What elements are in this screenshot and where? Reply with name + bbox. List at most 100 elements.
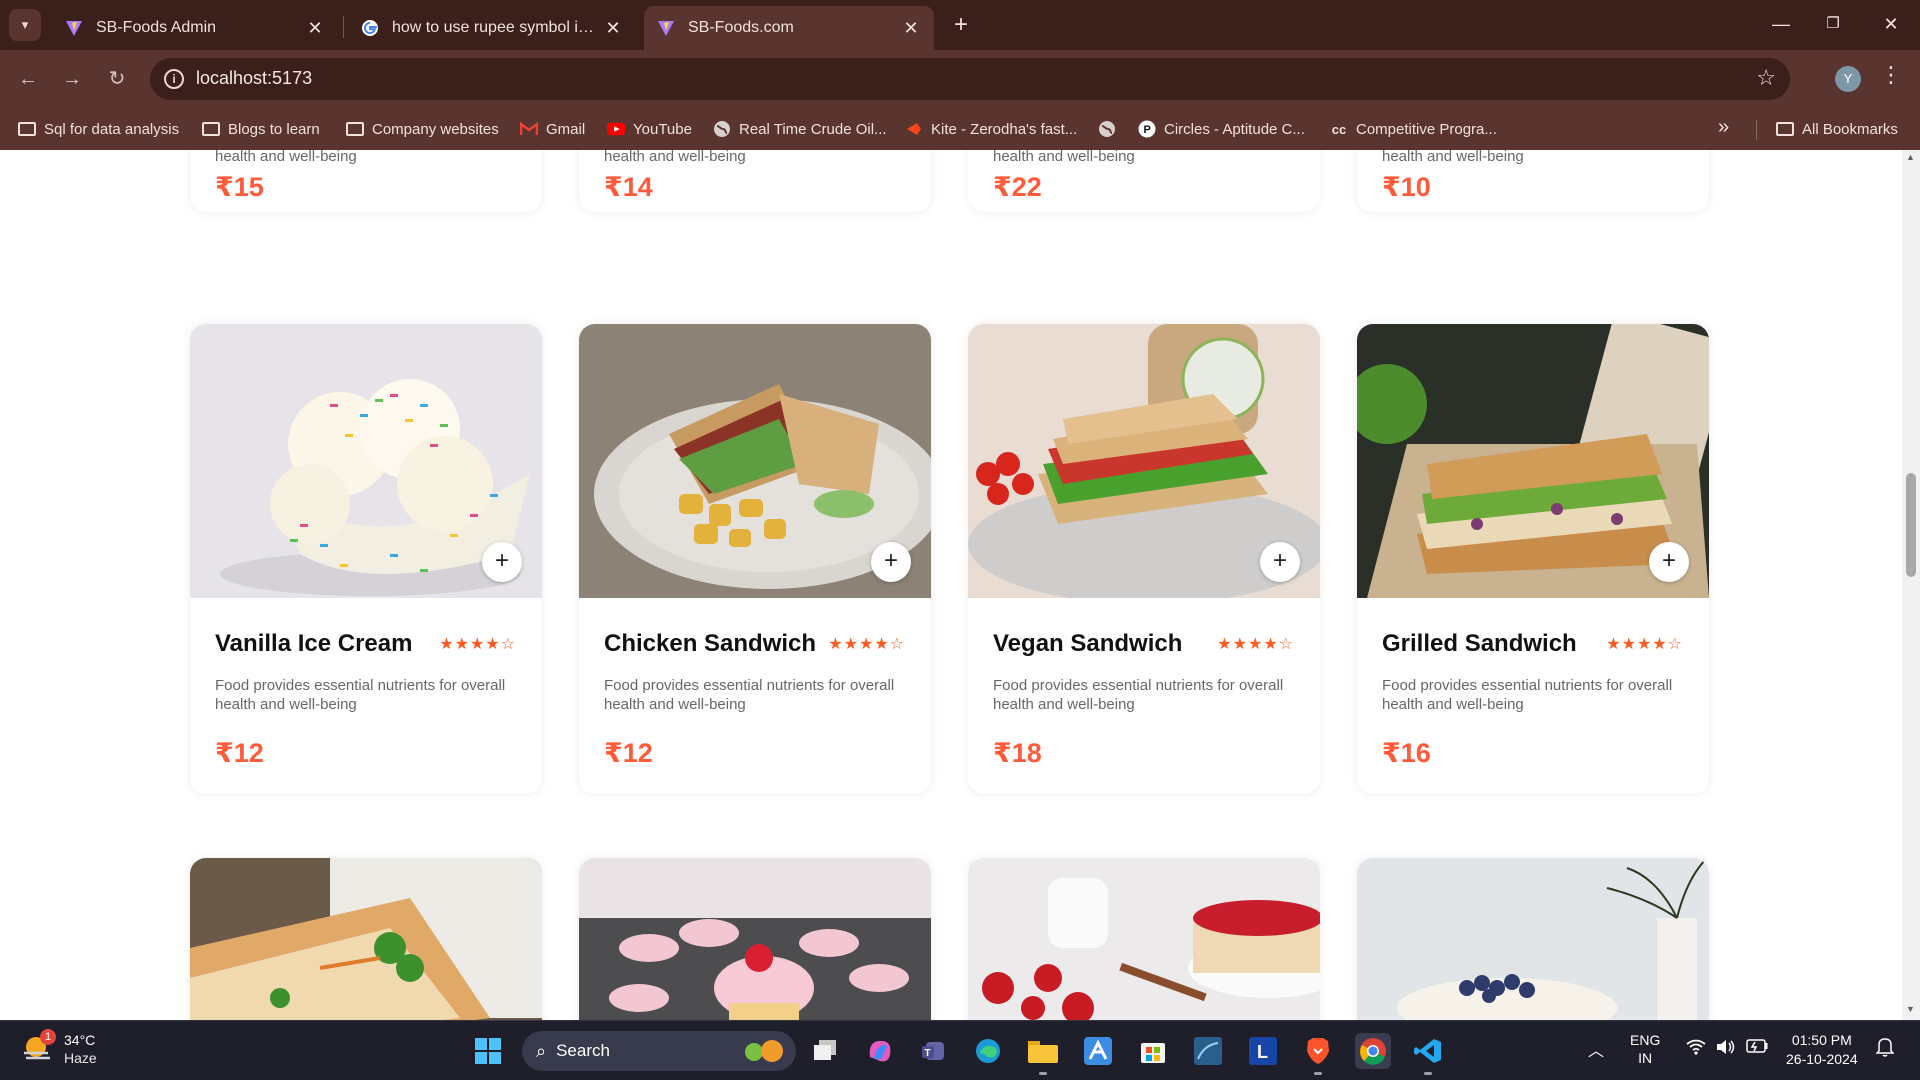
file-explorer-icon[interactable] <box>1025 1033 1061 1075</box>
bookmark-label: Blogs to learn <box>228 120 320 138</box>
bookmark-youtube[interactable]: YouTube <box>607 108 692 150</box>
food-card-vegan-sandwich[interactable]: + Vegan Sandwich ★★★★☆ Food provides ess… <box>968 324 1320 794</box>
scroll-up-arrow-icon[interactable]: ▲ <box>1906 152 1915 162</box>
food-card[interactable]: Food provides essential nutrients for ov… <box>190 150 542 212</box>
clock[interactable]: 01:50 PM 26-10-2024 <box>1786 1031 1858 1069</box>
page-scrollbar[interactable]: ▲ ▼ <box>1902 150 1920 1020</box>
close-tab-icon[interactable]: ✕ <box>602 18 624 39</box>
weather-widget[interactable]: 1 34°C Haze <box>22 1029 97 1067</box>
notification-bell-icon[interactable] <box>1875 1037 1895 1060</box>
l-app-icon[interactable]: L <box>1245 1033 1281 1069</box>
scrollbar-thumb[interactable] <box>1906 473 1916 577</box>
scroll-down-arrow-icon[interactable]: ▼ <box>1906 1004 1915 1014</box>
rating-stars-icon: ★★★★☆ <box>439 636 516 653</box>
clock-time: 01:50 PM <box>1791 1032 1852 1048</box>
minimize-icon[interactable]: — <box>1758 8 1804 40</box>
food-description: Food provides essential nutrients for ov… <box>993 677 1284 713</box>
bookmark-company[interactable]: Company websites <box>346 108 499 150</box>
add-to-cart-button[interactable]: + <box>871 542 911 582</box>
volume-icon[interactable] <box>1716 1038 1736 1059</box>
food-card[interactable] <box>190 858 542 1020</box>
url-text[interactable]: localhost:5173 <box>196 68 312 89</box>
reload-icon[interactable]: ↻ <box>101 63 133 95</box>
all-bookmarks[interactable]: All Bookmarks <box>1776 108 1898 150</box>
food-card-chicken-sandwich[interactable]: + Chicken Sandwich ★★★★☆ Food provides e… <box>579 324 931 794</box>
food-card[interactable]: Food provides essential nutrients for ov… <box>579 150 931 212</box>
cc-icon: cc <box>1331 121 1347 137</box>
food-price: ₹14 <box>604 172 653 202</box>
show-hidden-icons-icon[interactable]: ︿ <box>1588 1037 1604 1061</box>
profile-avatar[interactable]: Y <box>1835 66 1861 92</box>
add-to-cart-button[interactable]: + <box>1649 542 1689 582</box>
close-window-icon[interactable]: ✕ <box>1868 8 1914 40</box>
food-card-grilled-sandwich[interactable]: + Grilled Sandwich ★★★★☆ Food provides e… <box>1357 324 1709 794</box>
rating-stars-icon: ★★★★☆ <box>828 636 905 653</box>
back-arrow-icon[interactable]: ← <box>12 63 44 95</box>
food-description: Food provides essential nutrients for ov… <box>1382 677 1673 713</box>
food-card[interactable] <box>1357 858 1709 1020</box>
taskbar-search-box[interactable]: ⌕ Search <box>522 1031 796 1071</box>
food-image <box>190 858 542 1020</box>
notification-badge: 1 <box>40 1029 56 1045</box>
close-tab-icon[interactable]: ✕ <box>900 18 922 39</box>
bookmark-blogs[interactable]: Blogs to learn <box>202 108 320 150</box>
bookmark-label: Real Time Crude Oil... <box>739 120 887 138</box>
copilot-icon[interactable] <box>862 1033 898 1069</box>
brave-browser-icon[interactable] <box>1300 1033 1336 1075</box>
food-description: Food provides essential nutrients for ov… <box>215 150 357 165</box>
bookmark-star-icon[interactable]: ☆ <box>1756 65 1776 91</box>
microsoft-store-icon[interactable] <box>1135 1033 1171 1069</box>
wifi-icon[interactable] <box>1686 1039 1706 1060</box>
restore-icon[interactable]: ❐ <box>1810 8 1856 40</box>
food-price: ₹15 <box>215 172 264 202</box>
bookmark-globe[interactable] <box>1098 108 1124 150</box>
food-card[interactable]: Food provides essential nutrients for ov… <box>968 150 1320 212</box>
food-card-vanilla-ice-cream[interactable]: + Vanilla Ice Cream ★★★★☆ Food provides … <box>190 324 542 794</box>
food-description: Food provides essential nutrients for ov… <box>604 677 895 713</box>
bookmark-crude-oil[interactable]: Real Time Crude Oil... <box>713 108 887 150</box>
bookmark-gmail[interactable]: Gmail <box>520 108 585 150</box>
task-view-icon[interactable] <box>808 1033 844 1069</box>
bookmark-kite[interactable]: Kite - Zerodha's fast... <box>905 108 1077 150</box>
weather-condition: Haze <box>64 1050 97 1066</box>
search-label: Search <box>556 1041 610 1060</box>
food-card[interactable]: Food provides essential nutrients for ov… <box>1357 150 1709 212</box>
forward-arrow-icon[interactable]: → <box>56 63 88 95</box>
bookmark-label: All Bookmarks <box>1802 120 1898 138</box>
tab-sb-foods-admin[interactable]: SB-Foods Admin ✕ <box>52 6 338 50</box>
food-card[interactable] <box>968 858 1320 1020</box>
region-code: IN <box>1638 1050 1653 1066</box>
add-to-cart-button[interactable]: + <box>482 542 522 582</box>
bookmark-sql[interactable]: Sql for data analysis <box>18 108 179 150</box>
tab-divider <box>343 16 344 38</box>
tab-search-button[interactable]: ▾ <box>9 9 41 41</box>
add-to-cart-button[interactable]: + <box>1260 542 1300 582</box>
gmail-icon <box>520 120 538 138</box>
tab-sb-foods[interactable]: SB-Foods.com ✕ <box>644 6 934 50</box>
more-menu-icon[interactable]: ⋮ <box>1880 62 1902 88</box>
vite-logo-icon <box>656 18 676 38</box>
food-card[interactable] <box>579 858 931 1020</box>
bookmark-competitive[interactable]: cc Competitive Progra... <box>1330 108 1497 150</box>
food-price: ₹22 <box>993 172 1042 202</box>
tab-google-search[interactable]: how to use rupee symbol in key ✕ <box>348 6 636 50</box>
edge-browser-icon[interactable] <box>970 1033 1006 1069</box>
clock-date: 26-10-2024 <box>1786 1051 1858 1067</box>
food-name: Grilled Sandwich <box>1382 630 1577 657</box>
food-price: ₹18 <box>993 738 1042 768</box>
new-tab-button[interactable]: + <box>946 10 976 40</box>
chrome-browser-icon[interactable] <box>1355 1033 1391 1069</box>
battery-icon[interactable] <box>1746 1039 1768 1056</box>
bookmark-circles[interactable]: P Circles - Aptitude C... <box>1138 108 1305 150</box>
vscode-icon[interactable] <box>1410 1033 1446 1075</box>
teams-icon[interactable]: T <box>916 1033 952 1069</box>
drawing-app-icon[interactable] <box>1080 1033 1116 1069</box>
windows-start-icon[interactable] <box>470 1033 506 1069</box>
close-tab-icon[interactable]: ✕ <box>304 18 326 39</box>
mysql-workbench-icon[interactable] <box>1190 1033 1226 1069</box>
chevron-double-right-icon[interactable]: » <box>1718 116 1729 139</box>
address-bar[interactable]: i localhost:5173 ☆ <box>150 58 1790 100</box>
language-indicator[interactable]: ENG IN <box>1630 1031 1660 1067</box>
site-info-icon[interactable]: i <box>164 69 184 89</box>
tab-title: SB-Foods Admin <box>96 19 217 36</box>
